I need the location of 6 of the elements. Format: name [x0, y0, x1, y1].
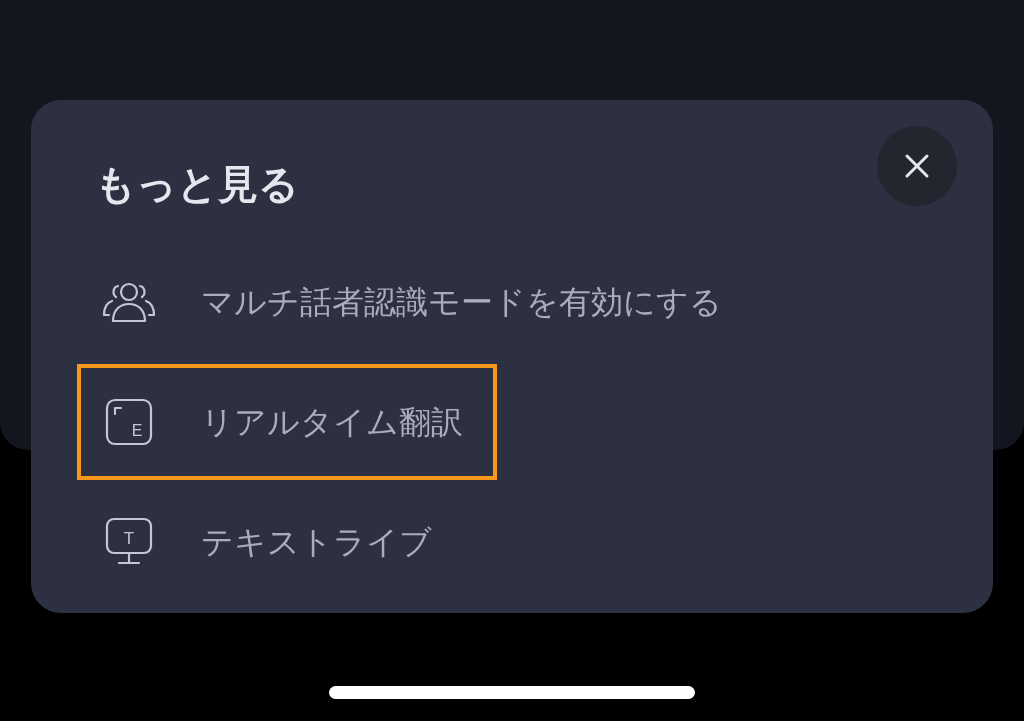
menu-item[interactable]: T テキストライブ — [77, 484, 466, 600]
sheet-title: もっと見る — [95, 160, 299, 208]
menu-item[interactable]: マルチ話者認識モードを有効にする — [77, 244, 756, 360]
menu-item[interactable]: E リアルタイム翻訳 — [77, 364, 497, 480]
close-icon — [904, 153, 930, 179]
translate-icon: E — [105, 398, 153, 446]
